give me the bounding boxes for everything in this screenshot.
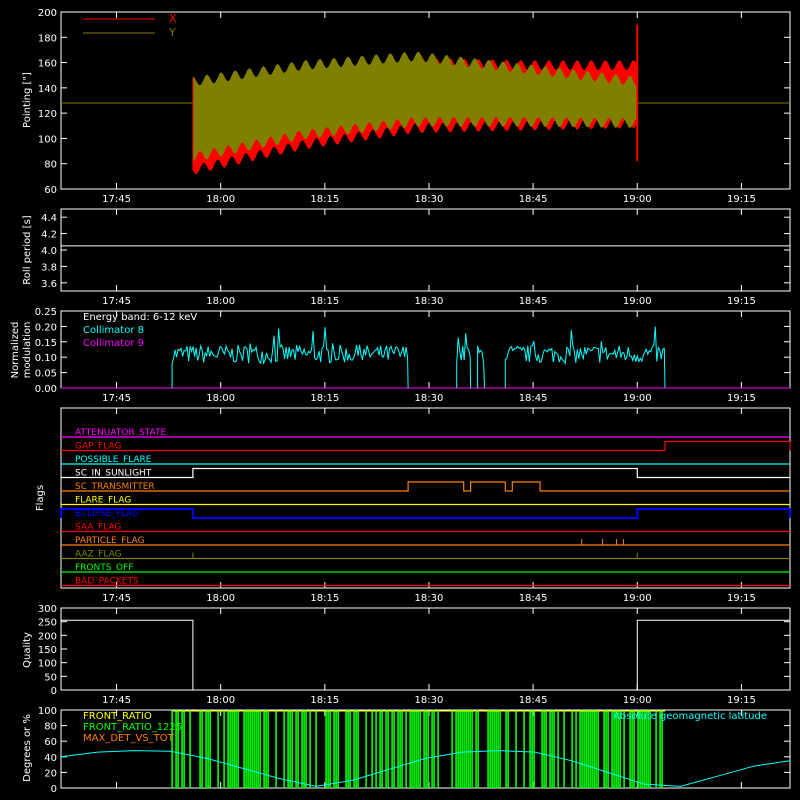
x-tick-label: 18:30 (415, 393, 444, 404)
x-tick-label: 19:00 (623, 593, 652, 604)
hessi-quicklook-chart: Pointing ["] 6080100120140160180200 17:4… (0, 0, 800, 800)
legend-front-ratio: FRONT_RATIO (83, 711, 152, 722)
y-tick-label: 200 (38, 8, 57, 19)
ratio-ylabel: Degrees or % (22, 714, 33, 782)
y-tick-label: 100 (38, 134, 57, 145)
y-tick-label: 250 (38, 618, 57, 629)
y-tick-label: 80 (44, 722, 57, 733)
y-tick-label: 3.6 (41, 279, 57, 290)
legend-x-label: X (169, 12, 177, 25)
quality-ylabel: Quality (22, 632, 33, 668)
x-tick-label: 18:45 (519, 194, 548, 205)
modulation-ylabel-1: Normalized (10, 322, 21, 379)
y-tick-label: 100 (38, 706, 57, 717)
x-tick-label: 18:30 (415, 194, 444, 205)
x-tick-label: 18:00 (206, 194, 235, 205)
y-tick-label: 50 (44, 672, 57, 683)
y-tick-label: 0 (51, 686, 57, 697)
x-tick-label: 18:15 (310, 194, 339, 205)
legend-front-ratio-1225: FRONT_RATIO_1225 (83, 722, 182, 733)
y-tick-label: 0 (51, 784, 57, 795)
y-tick-label: 4.2 (41, 230, 57, 241)
x-tick-label: 19:15 (727, 593, 756, 604)
x-tick-label: 18:00 (206, 296, 235, 307)
x-tick-label: 18:15 (310, 296, 339, 307)
x-tick-label: 19:15 (727, 296, 756, 307)
x-tick-label: 17:45 (102, 393, 131, 404)
y-tick-label: 150 (38, 645, 57, 656)
x-tick-label: 18:45 (519, 695, 548, 706)
y-tick-label: 0.25 (35, 307, 57, 318)
legend-geomag-latitude: Absolute geomagnetic latitude (613, 711, 767, 722)
x-tick-label: 18:45 (519, 296, 548, 307)
x-tick-label: 18:30 (415, 695, 444, 706)
y-tick-label: 120 (38, 109, 57, 120)
y-tick-label: 0.10 (35, 353, 57, 364)
y-tick-label: 300 (38, 604, 57, 615)
y-tick-label: 60 (44, 185, 57, 196)
x-tick-label: 18:00 (206, 393, 235, 404)
x-tick-label: 19:00 (623, 296, 652, 307)
x-tick-label: 19:00 (623, 393, 652, 404)
y-tick-label: 80 (44, 160, 57, 171)
x-tick-label: 19:15 (727, 695, 756, 706)
y-tick-label: 0.20 (35, 322, 57, 333)
legend-y-label: Y (168, 26, 176, 39)
x-tick-label: 18:15 (310, 593, 339, 604)
x-tick-label: 19:15 (727, 393, 756, 404)
x-tick-label: 19:00 (623, 695, 652, 706)
y-tick-label: 180 (38, 33, 57, 44)
y-tick-label: 0.05 (35, 369, 57, 380)
x-tick-label: 18:15 (310, 393, 339, 404)
x-tick-label: 18:30 (415, 593, 444, 604)
x-tick-label: 19:00 (623, 194, 652, 205)
y-tick-label: 0.15 (35, 338, 57, 349)
y-tick-label: 100 (38, 659, 57, 670)
y-tick-label: 40 (44, 753, 57, 764)
x-tick-label: 17:45 (102, 695, 131, 706)
x-tick-label: 18:45 (519, 393, 548, 404)
x-tick-label: 18:45 (519, 593, 548, 604)
x-tick-label: 19:15 (727, 194, 756, 205)
x-tick-label: 17:45 (102, 593, 131, 604)
pointing-ylabel: Pointing ["] (22, 72, 33, 128)
legend-max-det: MAX_DET_VS_TOT (83, 733, 175, 744)
y-tick-label: 3.8 (41, 262, 57, 273)
y-tick-label: 200 (38, 631, 57, 642)
y-tick-label: 60 (44, 737, 57, 748)
x-tick-label: 17:45 (102, 194, 131, 205)
modulation-ylabel-2: modulation (22, 322, 33, 379)
y-tick-label: 160 (38, 59, 57, 70)
legend-collimator-9: Collimator 9 (83, 338, 144, 349)
flag-label: ECLIPSE_FLAG (75, 509, 139, 519)
flags-ylabel: Flags (35, 485, 46, 511)
y-tick-label: 0.00 (35, 384, 57, 395)
x-tick-label: 18:15 (310, 695, 339, 706)
y-tick-label: 4.4 (41, 213, 57, 224)
roll-ylabel: Roll period [s] (22, 215, 33, 284)
y-tick-label: 20 (44, 768, 57, 779)
legend-collimator-8: Collimator 8 (83, 325, 144, 336)
y-tick-label: 4.0 (41, 246, 57, 257)
y-tick-label: 140 (38, 84, 57, 95)
energy-band-annotation: Energy band: 6-12 keV (83, 312, 197, 323)
x-tick-label: 17:45 (102, 296, 131, 307)
x-tick-label: 18:30 (415, 296, 444, 307)
x-tick-label: 18:00 (206, 593, 235, 604)
x-tick-label: 18:00 (206, 695, 235, 706)
